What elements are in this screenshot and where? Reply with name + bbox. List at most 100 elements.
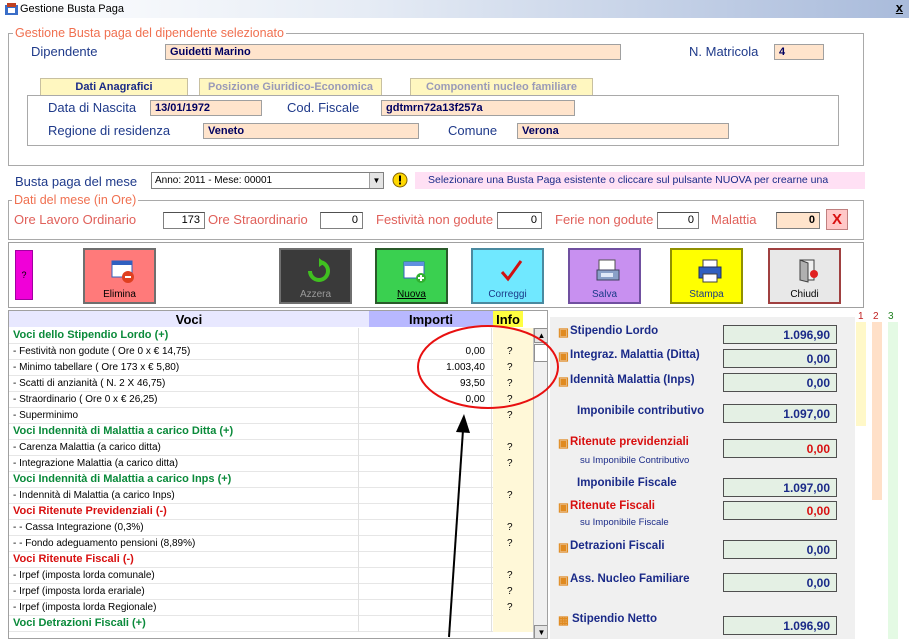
ordinario-input[interactable]: 173 bbox=[163, 212, 205, 229]
straordinario-input[interactable]: 0 bbox=[320, 212, 363, 229]
section-row[interactable]: Voci dello Stipendio Lordo (+) bbox=[9, 328, 534, 344]
azzera-button[interactable]: Azzera bbox=[279, 248, 352, 304]
table-row[interactable]: - Irpef (imposta lorda Regionale)? bbox=[9, 600, 534, 616]
coins-icon: ▣ bbox=[558, 575, 569, 587]
scroll-thumb[interactable] bbox=[534, 344, 547, 362]
importo-cell bbox=[360, 520, 492, 536]
info-cell[interactable]: ? bbox=[493, 520, 534, 536]
salva-label: Salva bbox=[591, 289, 617, 300]
tab-componenti-nucleo-familiare[interactable]: Componenti nucleo familiare bbox=[410, 78, 593, 96]
importo-cell bbox=[360, 488, 492, 504]
nuova-button[interactable]: Nuova bbox=[375, 248, 448, 304]
close-icon: X bbox=[831, 211, 842, 228]
elimina-button[interactable]: Elimina bbox=[83, 248, 156, 304]
info-cell[interactable]: ? bbox=[493, 360, 534, 376]
ritenute-fiscali-sub: su Imponibile Fiscale bbox=[580, 517, 669, 528]
table-row[interactable]: - Festività non godute ( Ore 0 x € 14,75… bbox=[9, 344, 534, 360]
info-cell bbox=[493, 472, 534, 488]
nascita-field[interactable]: 13/01/1972 bbox=[150, 100, 262, 116]
table-row[interactable]: - Superminimo? bbox=[9, 408, 534, 424]
info-cell[interactable]: ? bbox=[493, 568, 534, 584]
voce-cell: Voci Detrazioni Fiscali (+) bbox=[9, 616, 359, 632]
voci-grid[interactable]: Voci Importi Info Voci dello Stipendio L… bbox=[8, 310, 548, 639]
table-row[interactable]: - Minimo tabellare ( Ore 173 x € 5,80) 1.… bbox=[9, 360, 534, 376]
info-cell[interactable]: ? bbox=[493, 392, 534, 408]
netto-value: 1.096,90 bbox=[723, 616, 837, 635]
dipendente-field[interactable]: Guidetti Marino bbox=[165, 44, 621, 60]
tab-dati-anagrafici[interactable]: Dati Anagrafici bbox=[40, 78, 188, 96]
grid-scrollbar[interactable]: ▲ ▼ bbox=[533, 328, 547, 638]
coins-icon: ▣ bbox=[558, 438, 569, 450]
correggi-button[interactable]: Correggi bbox=[471, 248, 544, 304]
table-row[interactable]: - Straordinario ( Ore 0 x € 26,25) 0,00? bbox=[9, 392, 534, 408]
elimina-label: Elimina bbox=[103, 289, 136, 300]
scroll-up-icon[interactable]: ▲ bbox=[534, 328, 547, 343]
info-cell[interactable]: ? bbox=[493, 488, 534, 504]
tab-posizione-giuridico-economica[interactable]: Posizione Giuridico-Economica bbox=[199, 78, 382, 96]
importo-cell bbox=[360, 600, 492, 616]
table-row[interactable]: - Indennità di Malattia (a carico Inps)? bbox=[9, 488, 534, 504]
info-cell[interactable]: ? bbox=[493, 456, 534, 472]
table-row[interactable]: - - Cassa Integrazione (0,3%)? bbox=[9, 520, 534, 536]
festivita-input[interactable]: 0 bbox=[497, 212, 542, 229]
section-row[interactable]: Voci Ritenute Fiscali (-) bbox=[9, 552, 534, 568]
indicator-col-2-label: 2 bbox=[873, 311, 879, 322]
chevron-down-icon[interactable]: ▼ bbox=[369, 173, 383, 188]
voce-cell: - - Fondo adeguamento pensioni (8,89%) bbox=[9, 536, 359, 552]
help-button[interactable]: ? bbox=[15, 250, 33, 300]
section-row[interactable]: Voci Ritenute Previdenziali (-) bbox=[9, 504, 534, 520]
coins-icon: ▣ bbox=[558, 502, 569, 514]
voce-cell: - Irpef (imposta lorda comunale) bbox=[9, 568, 359, 584]
table-row[interactable]: - Integrazione Malattia (a carico ditta)… bbox=[9, 456, 534, 472]
section-row[interactable]: Voci Detrazioni Fiscali (+) bbox=[9, 616, 534, 632]
indicator-col-2 bbox=[872, 322, 882, 500]
section-row[interactable]: Voci Indennità di Malattia a carico Ditt… bbox=[9, 424, 534, 440]
info-cell[interactable]: ? bbox=[493, 536, 534, 552]
voce-cell: Voci Ritenute Fiscali (-) bbox=[9, 552, 359, 568]
header-importi: Importi bbox=[369, 311, 493, 327]
table-row[interactable]: - Scatti di anzianità ( N. 2 X 46,75) 93,… bbox=[9, 376, 534, 392]
voce-cell: - Indennità di Malattia (a carico Inps) bbox=[9, 488, 359, 504]
malattia-input[interactable]: 0 bbox=[776, 212, 820, 229]
regione-field[interactable]: Veneto bbox=[203, 123, 419, 139]
info-cell[interactable]: ? bbox=[493, 584, 534, 600]
info-cell[interactable]: ? bbox=[493, 600, 534, 616]
table-row[interactable]: - Irpef (imposta lorda comunale)? bbox=[9, 568, 534, 584]
comune-field[interactable]: Verona bbox=[517, 123, 729, 139]
chiudi-button[interactable]: Chiudi bbox=[768, 248, 841, 304]
busta-select[interactable]: Anno: 2011 - Mese: 00001 ▼ bbox=[151, 172, 384, 189]
stipendio-lordo-value: 1.096,90 bbox=[723, 325, 837, 344]
imponibile-fiscale-value: 1.097,00 bbox=[723, 478, 837, 497]
stampa-button[interactable]: Stampa bbox=[670, 248, 743, 304]
cf-field[interactable]: gdtmrn72a13f257a bbox=[381, 100, 575, 116]
ore-group-legend: Dati del mese (in Ore) bbox=[12, 193, 139, 207]
info-cell[interactable]: ? bbox=[493, 376, 534, 392]
indicator-col-1-label: 1 bbox=[858, 311, 864, 322]
ass-nucleo-label: Ass. Nucleo Familiare bbox=[570, 573, 690, 585]
salva-button[interactable]: Salva bbox=[568, 248, 641, 304]
table-row[interactable]: - Irpef (imposta lorda erariale)? bbox=[9, 584, 534, 600]
info-cell[interactable]: ? bbox=[493, 440, 534, 456]
busta-hint: Selezionare una Busta Paga esistente o c… bbox=[415, 172, 865, 189]
table-row[interactable]: - - Fondo adeguamento pensioni (8,89%)? bbox=[9, 536, 534, 552]
stipendio-lordo-label: Stipendio Lordo bbox=[570, 325, 659, 337]
voce-cell: - Irpef (imposta lorda erariale) bbox=[9, 584, 359, 600]
voce-cell: Voci Ritenute Previdenziali (-) bbox=[9, 504, 359, 520]
imponibile-contributivo-value: 1.097,00 bbox=[723, 404, 837, 423]
table-row[interactable]: - Carenza Malattia (a carico ditta)? bbox=[9, 440, 534, 456]
coins-icon: ▣ bbox=[558, 542, 569, 554]
info-cell[interactable]: ? bbox=[493, 344, 534, 360]
voce-cell: Voci Indennità di Malattia a carico Ditt… bbox=[9, 424, 359, 440]
info-cell[interactable]: ? bbox=[493, 408, 534, 424]
scroll-down-icon[interactable]: ▼ bbox=[534, 625, 547, 638]
info-cell bbox=[493, 552, 534, 568]
delete-window-icon bbox=[111, 260, 134, 283]
matricola-field[interactable]: 4 bbox=[774, 44, 824, 60]
detrazioni-value: 0,00 bbox=[723, 540, 837, 559]
section-row[interactable]: Voci Indennità di Malattia a carico Inps… bbox=[9, 472, 534, 488]
detrazioni-label: Detrazioni Fiscali bbox=[570, 540, 665, 552]
close-window-button[interactable]: x bbox=[896, 0, 903, 17]
importo-cell bbox=[360, 616, 492, 632]
ferie-input[interactable]: 0 bbox=[657, 212, 699, 229]
malattia-clear-button[interactable]: X bbox=[826, 209, 848, 230]
